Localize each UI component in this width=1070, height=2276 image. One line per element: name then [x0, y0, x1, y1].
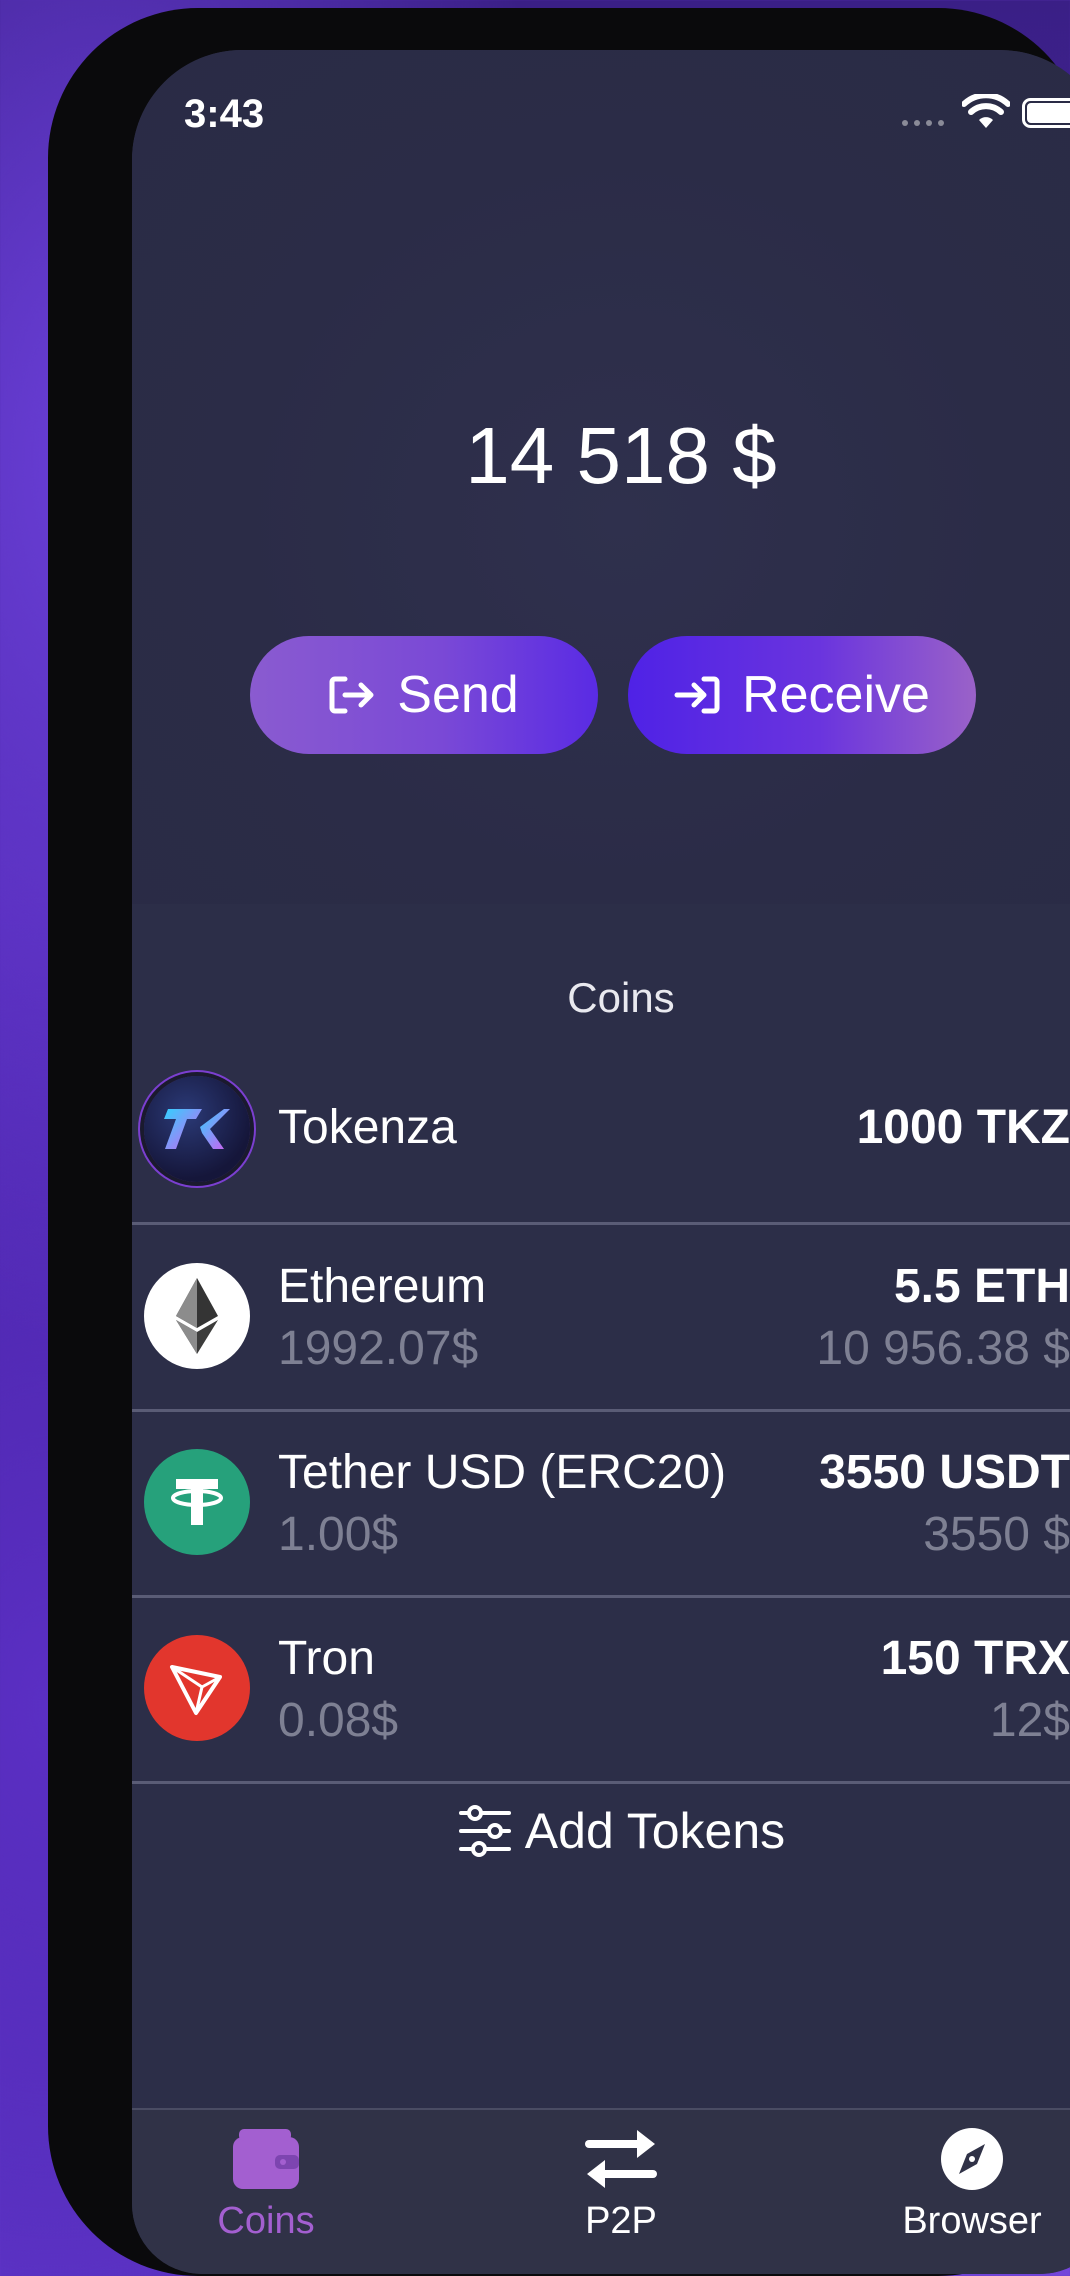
- coin-value: 3550 $: [923, 1508, 1070, 1561]
- sliders-icon: [458, 1805, 511, 1857]
- compass-icon: [941, 2128, 1003, 2190]
- coin-name: Tokenza: [278, 1101, 457, 1154]
- receive-label: Receive: [742, 666, 930, 724]
- tab-label: Coins: [217, 2200, 315, 2242]
- coin-name: Tron: [278, 1632, 375, 1685]
- receive-button[interactable]: Receive: [628, 636, 976, 754]
- signal-icon: [902, 120, 944, 126]
- ethereum-logo-icon: [144, 1263, 250, 1369]
- battery-icon: [1022, 98, 1070, 128]
- coin-amount: 1000 TKZ: [856, 1101, 1070, 1154]
- app-screen: 3:43 14 518 $ Send Receive Coins Tokenza…: [132, 50, 1070, 2274]
- send-label: Send: [397, 666, 519, 724]
- coins-title: Coins: [567, 974, 675, 1021]
- tab-browser[interactable]: Browser: [862, 2110, 1070, 2274]
- tron-logo-icon: [144, 1635, 250, 1741]
- coin-name: Tether USD (ERC20): [278, 1446, 727, 1499]
- phone-frame: 3:43 14 518 $ Send Receive Coins Tokenza…: [48, 8, 1070, 2276]
- coin-value: 10 956.38 $: [816, 1322, 1070, 1375]
- coin-amount: 3550 USDT: [819, 1446, 1070, 1499]
- swap-arrows-icon: [585, 2130, 657, 2188]
- add-tokens-button[interactable]: Add Tokens: [132, 1802, 1070, 1860]
- send-button[interactable]: Send: [250, 636, 598, 754]
- coin-row-tron[interactable]: Tron 0.08$ 150 TRX 12$: [132, 1597, 1070, 1784]
- coin-amount: 5.5 ETH: [893, 1260, 1070, 1313]
- coin-row-tether[interactable]: Tether USD (ERC20) 1.00$ 3550 USDT 3550 …: [132, 1411, 1070, 1598]
- tokenza-logo-icon: [144, 1076, 250, 1182]
- coin-price: 1.00$: [278, 1508, 399, 1561]
- tab-p2p[interactable]: P2P: [511, 2110, 731, 2274]
- coin-amount: 150 TRX: [880, 1632, 1070, 1685]
- total-balance: 14 518 $: [465, 411, 777, 500]
- wallet-icon: [233, 2129, 299, 2189]
- tab-bar: Coins P2P Browser: [132, 2108, 1070, 2274]
- coin-value: 12$: [989, 1694, 1070, 1747]
- coin-price: 1992.07$: [278, 1322, 479, 1375]
- tab-label: P2P: [585, 2200, 657, 2242]
- coin-row-tokenza[interactable]: Tokenza 1000 TKZ: [132, 1038, 1070, 1225]
- tab-label: Browser: [902, 2200, 1042, 2242]
- send-icon: [329, 676, 374, 714]
- tether-logo-icon: [144, 1449, 250, 1555]
- coin-price: 0.08$: [278, 1694, 399, 1747]
- coins-list: Coins Tokenza 1000 TKZ Ethereum 1992.07$…: [132, 904, 1070, 2108]
- wifi-icon: [962, 94, 1010, 128]
- add-tokens-label: Add Tokens: [524, 1803, 786, 1859]
- coin-name: Ethereum: [278, 1260, 487, 1313]
- wallet-header: 3:43 14 518 $ Send Receive: [132, 50, 1070, 904]
- receive-icon: [674, 676, 720, 714]
- tab-coins[interactable]: Coins: [156, 2110, 376, 2274]
- coin-row-ethereum[interactable]: Ethereum 1992.07$ 5.5 ETH 10 956.38 $: [132, 1225, 1070, 1412]
- status-bar: 3:43: [132, 50, 1070, 170]
- status-time: 3:43: [184, 92, 265, 136]
